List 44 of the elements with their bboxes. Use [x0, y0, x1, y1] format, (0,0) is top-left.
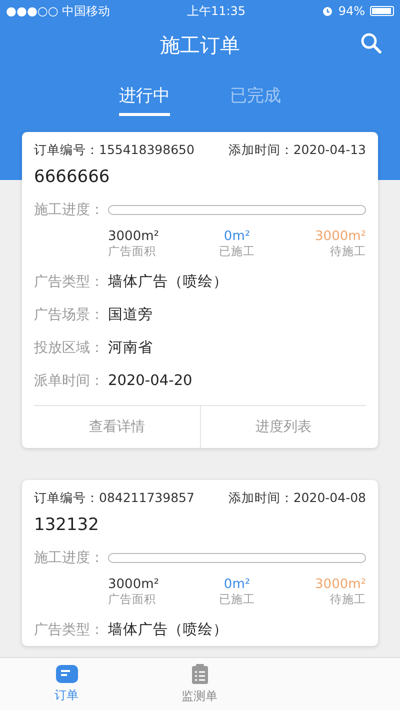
tab[interactable]: 进行中: [119, 68, 170, 116]
tab-bar-item[interactable]: 订单: [0, 658, 133, 710]
page-title: 施工订单: [160, 32, 240, 58]
progress-label: 施工进度：: [34, 201, 104, 219]
tab[interactable]: 已完成: [230, 68, 281, 116]
stat-label: 已施工: [219, 244, 255, 259]
field-label: 投放区域：: [34, 338, 104, 356]
tab-bar-item[interactable]: 监测单: [133, 658, 266, 710]
stat-value: 3000m²: [315, 229, 366, 244]
order-name: 6666666: [34, 167, 111, 187]
field-value: 河南省: [108, 339, 153, 357]
progress-label: 施工进度：: [34, 549, 104, 567]
action-button[interactable]: 进度列表: [200, 406, 366, 448]
search-icon: [360, 32, 382, 54]
stat-value: 3000m²: [315, 577, 366, 592]
stat-label: 待施工: [330, 244, 366, 259]
stat-label: 已施工: [219, 592, 255, 607]
carrier-text: ●●●○○ 中国移动: [6, 2, 110, 20]
field-value: 墙体广告（喷绘）: [108, 273, 228, 291]
field-label: 广告场景：: [34, 306, 104, 324]
field-value: 国道旁: [108, 306, 153, 324]
order-number: 订单编号：155418398650: [34, 142, 194, 159]
battery-text: 94%: [338, 4, 365, 18]
added-date: 添加时间：2020-04-08: [228, 490, 366, 507]
clipboard-icon: [190, 663, 210, 685]
field-value: 墙体广告（喷绘）: [108, 621, 228, 639]
stat-value: 3000m²: [108, 577, 159, 592]
stat-value: 3000m²: [108, 229, 159, 244]
order-name: 132132: [34, 515, 100, 535]
field-label: 广告类型：: [34, 620, 104, 638]
field-label: 广告类型：: [34, 272, 104, 290]
added-date: 添加时间：2020-04-13: [228, 142, 366, 159]
field-value: 2020-04-20: [108, 372, 192, 388]
stat-label: 广告面积: [108, 244, 156, 259]
time-text: 上午11:35: [186, 2, 246, 20]
stat-value: 0m²: [224, 229, 250, 244]
stat-value: 0m²: [224, 577, 250, 592]
stat-label: 待施工: [330, 592, 366, 607]
field-label: 派单时间：: [34, 372, 104, 390]
battery-icon: [370, 6, 394, 16]
action-button[interactable]: 查看详情: [34, 406, 200, 448]
document-icon: [54, 664, 78, 684]
stat-label: 广告面积: [108, 592, 156, 607]
order-number: 订单编号：084211739857: [34, 490, 194, 507]
